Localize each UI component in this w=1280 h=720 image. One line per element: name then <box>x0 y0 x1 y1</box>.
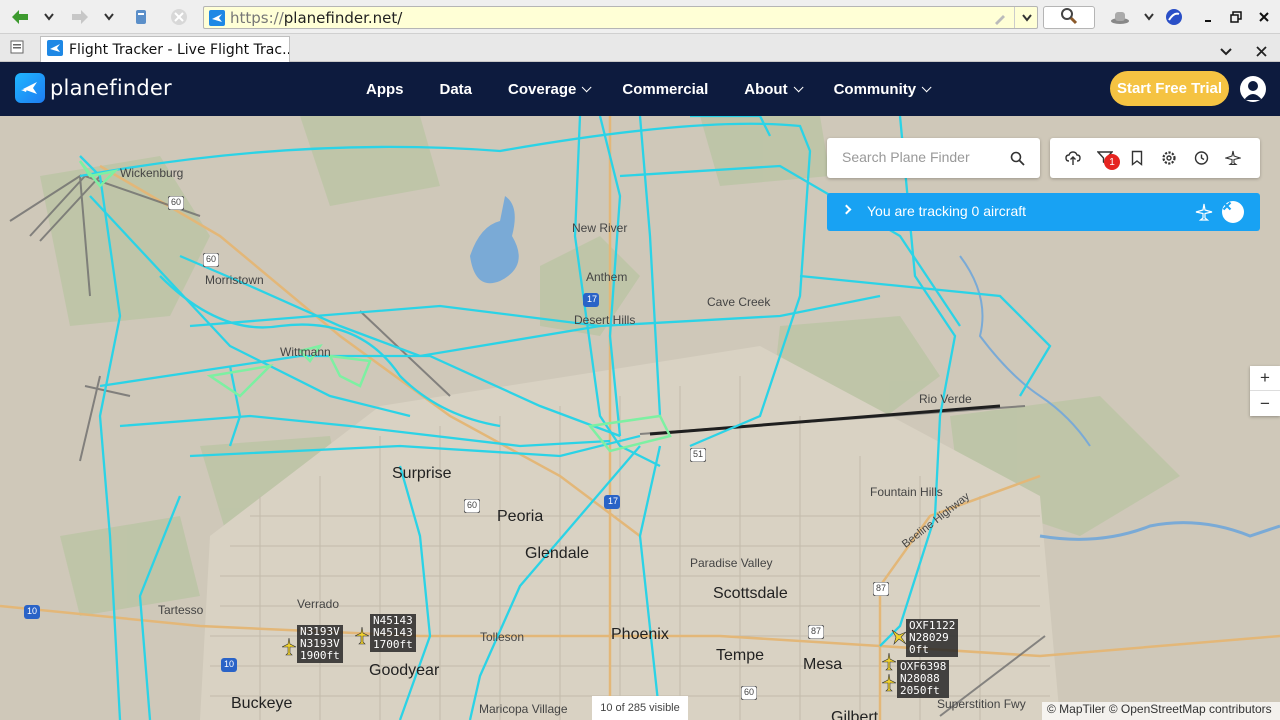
nav-apps[interactable]: Apps <box>366 81 404 98</box>
nav-data[interactable]: Data <box>440 81 473 98</box>
tab-title: Flight Tracker - Live Flight Trac... <box>69 41 289 58</box>
tab-list-icon[interactable] <box>10 39 28 59</box>
nav-commercial[interactable]: Commercial <box>622 81 708 98</box>
place-label: Gilbert <box>831 709 879 720</box>
place-label: Scottsdale <box>713 585 788 602</box>
tab-overflow-chevron-icon[interactable] <box>1220 42 1232 61</box>
extension-hat-icon[interactable] <box>1108 6 1132 28</box>
place-label: Peoria <box>497 508 544 525</box>
reload-icon[interactable] <box>130 6 152 28</box>
aircraft-label[interactable]: OXF6398 N28088 2050ft <box>897 660 950 698</box>
place-label: Wittmann <box>280 345 331 359</box>
place-label: Wickenburg <box>120 166 184 180</box>
place-label: Morristown <box>205 273 264 287</box>
nav-about[interactable]: About <box>744 81 804 98</box>
forward-arrow-icon[interactable] <box>68 6 92 28</box>
place-label: Superstition Fwy <box>937 697 1026 711</box>
browser-search-box[interactable] <box>1043 6 1095 29</box>
tab-bar: Flight Tracker - Live Flight Trac... <box>0 34 1280 62</box>
user-account-icon[interactable] <box>1240 76 1266 102</box>
place-label: Anthem <box>586 270 628 284</box>
forward-history-chevron-icon[interactable] <box>100 6 118 28</box>
place-label: Glendale <box>525 545 590 562</box>
cloud-upload-icon[interactable] <box>1065 150 1081 166</box>
place-label: Phoenix <box>611 626 669 643</box>
bookmark-edit-icon[interactable] <box>992 10 1008 30</box>
place-label: Tartesso <box>158 603 204 617</box>
gear-icon[interactable] <box>1161 150 1177 166</box>
expand-arrow-icon[interactable] <box>841 204 852 215</box>
start-free-trial-button[interactable]: Start Free Trial <box>1110 71 1229 106</box>
filter-count-badge: 1 <box>1104 154 1120 170</box>
playback-plane-icon[interactable] <box>1225 150 1241 166</box>
close-tab-icon[interactable] <box>1256 42 1267 61</box>
place-label: Surprise <box>392 465 452 482</box>
plane-logo-icon <box>15 73 45 103</box>
nav-community[interactable]: Community <box>834 81 932 98</box>
globe-icon[interactable] <box>1164 6 1184 28</box>
back-arrow-icon[interactable] <box>8 6 32 28</box>
plane-search-panel[interactable]: Search Plane Finder <box>827 138 1040 178</box>
tracking-bar[interactable]: You are tracking 0 aircraft <box>827 193 1260 231</box>
active-tab[interactable]: Flight Tracker - Live Flight Trac... <box>40 36 290 62</box>
zoom-control: + − <box>1250 366 1280 416</box>
url-dropdown-icon[interactable] <box>1014 7 1038 28</box>
address-bar[interactable]: https://planefinder.net/ <box>203 6 1038 29</box>
place-label: Cave Creek <box>707 295 771 309</box>
place-label: Mesa <box>803 656 843 673</box>
visible-aircraft-count: 10 of 285 visible <box>592 696 688 720</box>
place-label: Fountain Hills <box>870 485 943 499</box>
place-label: Paradise Valley <box>690 556 773 570</box>
address-url: https://planefinder.net/ <box>230 9 403 27</box>
close-tracking-icon[interactable] <box>1222 201 1244 223</box>
zoom-in-button[interactable]: + <box>1250 366 1280 391</box>
nav-coverage[interactable]: Coverage <box>508 81 592 98</box>
place-label: Tolleson <box>480 630 525 644</box>
zoom-out-button[interactable]: − <box>1250 391 1280 416</box>
place-label: Desert Hills <box>574 313 636 327</box>
back-history-chevron-icon[interactable] <box>40 6 58 28</box>
magnifier-icon <box>1060 7 1078 29</box>
map-attribution[interactable]: © MapTiler © OpenStreetMap contributors <box>1042 702 1280 720</box>
chevron-down-icon <box>793 81 804 92</box>
tab-favicon-icon <box>47 39 63 60</box>
extension-menu-chevron-icon[interactable] <box>1140 6 1158 28</box>
place-label: Verrado <box>297 597 340 611</box>
place-label: Tempe <box>716 647 765 664</box>
aircraft-label[interactable]: N45143 N45143 1700ft <box>370 614 416 652</box>
history-clock-icon[interactable] <box>1193 150 1209 166</box>
bookmark-icon[interactable] <box>1129 150 1145 166</box>
main-nav: Apps Data Coverage Commercial About Comm… <box>350 62 932 116</box>
chevron-down-icon <box>582 81 592 92</box>
minimize-window-icon[interactable] <box>1198 6 1218 28</box>
aircraft-label[interactable]: OXF1122 N28029 0ft <box>906 619 959 657</box>
planefinder-logo[interactable]: planefinder <box>15 73 172 103</box>
browser-toolbar: https://planefinder.net/ <box>0 0 1280 34</box>
aircraft-label[interactable]: N3193V N3193V 1900ft <box>297 625 343 663</box>
site-header: planefinder Apps Data Coverage Commercia… <box>0 62 1280 116</box>
tracking-status-text: You are tracking 0 aircraft <box>867 203 1027 219</box>
place-label: Maricopa Village <box>479 702 568 716</box>
place-label: Buckeye <box>231 695 293 712</box>
restore-window-icon[interactable] <box>1226 6 1246 28</box>
place-label: Rio Verde <box>919 392 972 406</box>
flight-map[interactable]: 60 60 17 51 60 17 10 10 87 87 60 Wickenb… <box>0 116 1280 720</box>
place-label: New River <box>572 221 628 235</box>
site-favicon-icon <box>209 10 225 30</box>
chevron-down-icon <box>921 81 932 92</box>
stop-icon[interactable] <box>168 6 190 28</box>
place-label: Goodyear <box>369 662 440 679</box>
search-input[interactable]: Search Plane Finder <box>842 149 970 165</box>
map-tools-panel <box>1050 138 1260 178</box>
logo-text: planefinder <box>50 76 172 100</box>
close-window-icon[interactable] <box>1254 6 1274 28</box>
